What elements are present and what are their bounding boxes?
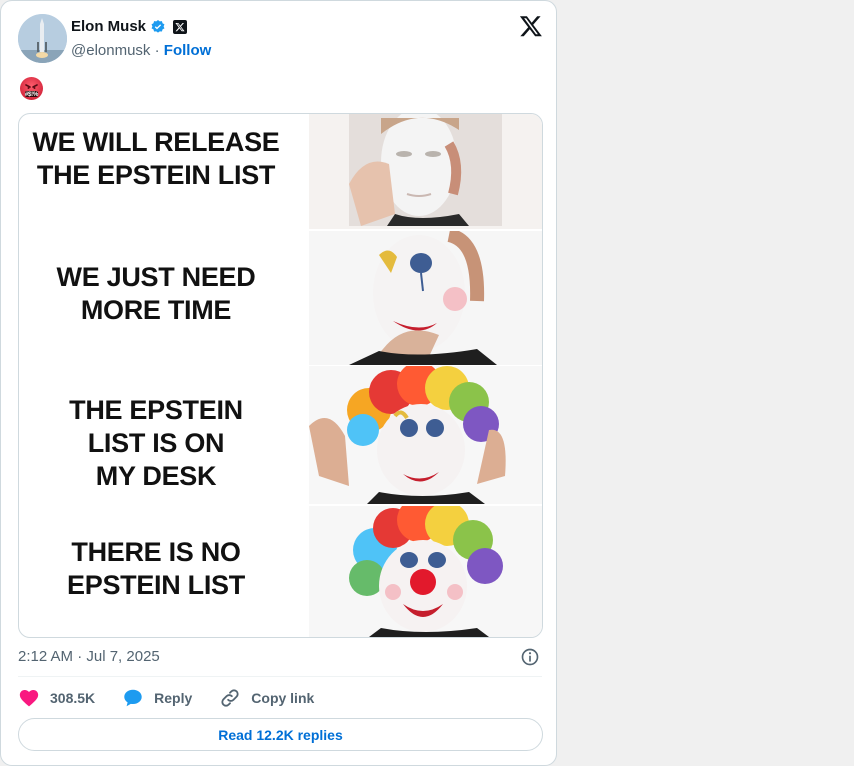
tweet-card: Elon Musk @elonmusk · Follow #$!% WE WIL… xyxy=(0,0,557,766)
follow-button[interactable]: Follow xyxy=(164,42,212,59)
meme-caption-line: THE EPSTEIN xyxy=(69,395,243,425)
meme-image[interactable]: WE WILL RELEASE THE EPSTEIN LIST WE JUST… xyxy=(18,113,543,638)
meme-caption-1: WE WILL RELEASE THE EPSTEIN LIST xyxy=(25,126,287,192)
reply-bubble-icon xyxy=(124,689,142,707)
author-name-row: Elon Musk xyxy=(71,18,188,35)
tweet-actions: 308.5K Reply Copy link xyxy=(18,687,341,709)
meme-caption-line: WE WILL RELEASE xyxy=(32,127,280,157)
author-name[interactable]: Elon Musk xyxy=(71,18,146,35)
reply-label: Reply xyxy=(154,690,193,706)
meme-caption-line: MY DESK xyxy=(95,461,217,491)
handle-separator: · xyxy=(150,42,164,59)
full-clown-image xyxy=(309,506,542,637)
copy-link-button[interactable]: Copy link xyxy=(219,687,314,709)
meme-caption-4: THERE IS NO EPSTEIN LIST xyxy=(25,536,287,602)
author-handle-row: @elonmusk · Follow xyxy=(71,42,211,59)
meme-caption-3: THE EPSTEIN LIST IS ON MY DESK xyxy=(25,394,287,493)
meme-caption-line: THE EPSTEIN LIST xyxy=(36,160,276,190)
meme-caption-line: MORE TIME xyxy=(80,295,232,325)
avatar-rocket-image xyxy=(18,14,67,63)
meme-caption-line: LIST IS ON xyxy=(87,428,225,458)
meme-panel-4: THERE IS NO EPSTEIN LIST xyxy=(19,506,542,637)
man-putting-on-clown-wig-image xyxy=(309,366,542,504)
meme-caption-line: WE JUST NEED xyxy=(56,262,256,292)
like-button[interactable]: 308.5K xyxy=(18,687,95,709)
tweet-timestamp[interactable]: 2:12 AM · Jul 7, 2025 xyxy=(18,648,160,665)
meme-panel-3: THE EPSTEIN LIST IS ON MY DESK xyxy=(19,366,542,504)
angry-face-emoji: #$!% xyxy=(20,77,43,100)
meme-panel-1: WE WILL RELEASE THE EPSTEIN LIST xyxy=(19,114,542,244)
x-logo-icon[interactable] xyxy=(519,14,543,38)
reply-button[interactable]: Reply xyxy=(122,687,192,709)
verified-badge-icon xyxy=(151,19,165,33)
x-affiliate-icon xyxy=(173,19,188,34)
tweet-header: Elon Musk @elonmusk · Follow xyxy=(18,14,543,64)
read-replies-button[interactable]: Read 12.2K replies xyxy=(18,718,543,751)
copy-link-label: Copy link xyxy=(251,690,315,706)
emoji-symbols: #$!% xyxy=(24,92,39,98)
meme-caption-2: WE JUST NEED MORE TIME xyxy=(25,261,287,327)
meme-panel-2: WE JUST NEED MORE TIME xyxy=(19,231,542,365)
man-applying-white-makeup-image xyxy=(309,114,542,229)
divider xyxy=(18,676,542,677)
avatar[interactable] xyxy=(18,14,67,63)
man-painting-clown-lips-image xyxy=(309,231,542,365)
info-icon[interactable] xyxy=(520,647,540,667)
meme-caption-line: EPSTEIN LIST xyxy=(67,570,245,600)
heart-icon xyxy=(19,690,39,707)
author-handle[interactable]: @elonmusk xyxy=(71,42,150,59)
like-count: 308.5K xyxy=(50,690,96,706)
link-icon xyxy=(221,689,239,707)
meme-caption-line: THERE IS NO xyxy=(71,537,241,567)
